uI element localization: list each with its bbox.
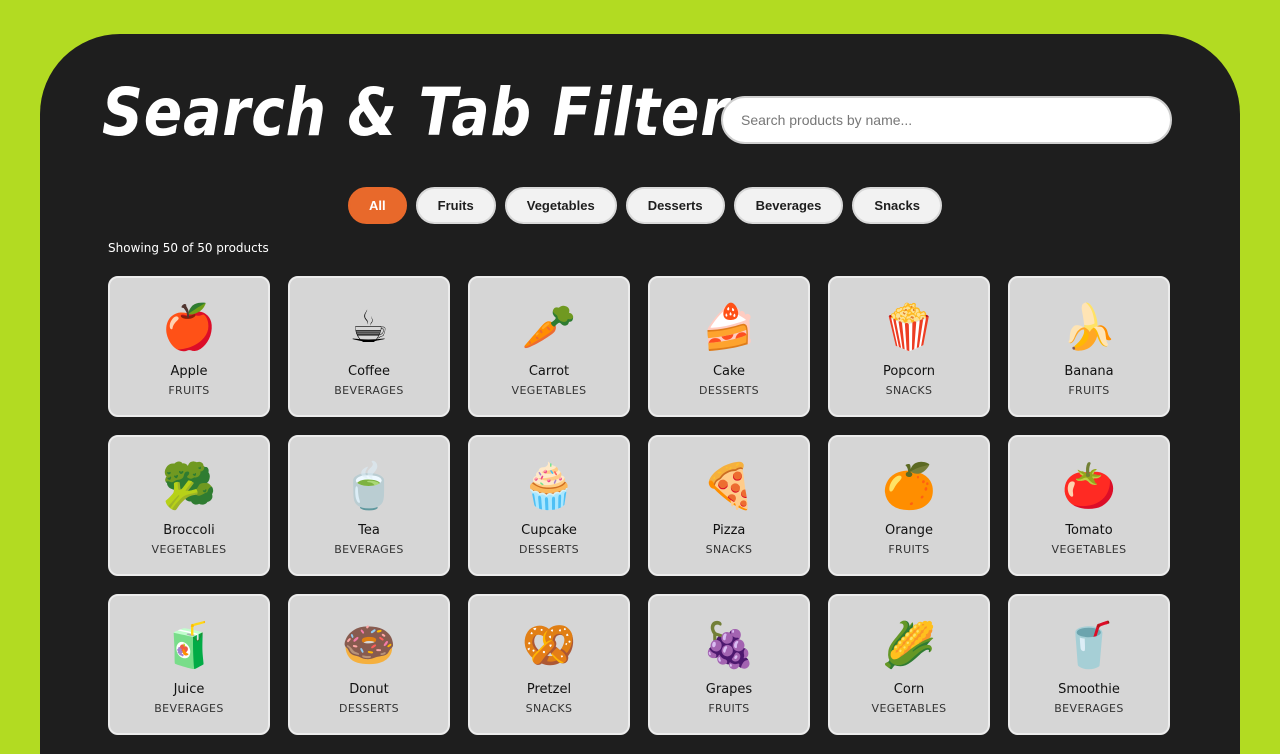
product-card[interactable]: 🧁 Cupcake DESSERTS: [468, 435, 630, 576]
product-category: VEGETABLES: [1051, 543, 1127, 556]
product-card[interactable]: 🥤 Smoothie BEVERAGES: [1008, 594, 1170, 735]
app-panel: Search & Tab Filter All Fruits Vegetable…: [40, 34, 1240, 754]
product-card[interactable]: 🥨 Pretzel SNACKS: [468, 594, 630, 735]
product-card[interactable]: 🍎 Apple FRUITS: [108, 276, 270, 417]
product-category: VEGETABLES: [871, 702, 947, 715]
product-card[interactable]: 🍌 Banana FRUITS: [1008, 276, 1170, 417]
tab-beverages[interactable]: Beverages: [733, 187, 844, 224]
tab-desserts[interactable]: Desserts: [625, 187, 725, 224]
product-category: BEVERAGES: [1054, 702, 1124, 715]
results-count: Showing 50 of 50 products: [108, 241, 269, 255]
product-name: Smoothie: [1058, 682, 1120, 697]
product-name: Donut: [349, 682, 389, 697]
product-name: Orange: [884, 523, 934, 538]
corn-icon: 🌽: [881, 620, 937, 671]
product-category: SNACKS: [885, 384, 933, 397]
carrot-icon: 🥕: [521, 302, 577, 353]
product-category: FRUITS: [1068, 384, 1110, 397]
product-name: Coffee: [348, 364, 390, 379]
product-category: SNACKS: [705, 543, 753, 556]
product-category: BEVERAGES: [154, 702, 224, 715]
product-name: Juice: [173, 682, 205, 697]
product-category: DESSERTS: [518, 543, 580, 556]
product-category: DESSERTS: [338, 702, 400, 715]
product-category: BEVERAGES: [334, 543, 404, 556]
product-name: Pizza: [712, 523, 746, 538]
tomato-icon: 🍅: [1061, 461, 1117, 512]
grapes-icon: 🍇: [701, 620, 757, 671]
product-name: Popcorn: [882, 364, 936, 379]
product-category: BEVERAGES: [334, 384, 404, 397]
product-name: Corn: [893, 682, 925, 697]
product-card[interactable]: 🍿 Popcorn SNACKS: [828, 276, 990, 417]
pizza-icon: 🍕: [701, 461, 757, 512]
product-name: Tomato: [1065, 523, 1113, 538]
broccoli-icon: 🥦: [161, 461, 217, 512]
tab-vegetables[interactable]: Vegetables: [504, 187, 617, 224]
product-category: FRUITS: [168, 384, 210, 397]
pretzel-icon: 🥨: [521, 620, 577, 671]
orange-icon: 🍊: [881, 461, 937, 512]
product-name: Tea: [358, 523, 380, 538]
cupcake-icon: 🧁: [521, 461, 577, 512]
product-card[interactable]: 🍅 Tomato VEGETABLES: [1008, 435, 1170, 576]
product-name: Grapes: [705, 682, 753, 697]
product-card[interactable]: 🧃 Juice BEVERAGES: [108, 594, 270, 735]
smoothie-cup-icon: 🥤: [1061, 620, 1117, 671]
product-category: FRUITS: [888, 543, 930, 556]
product-name: Banana: [1064, 364, 1114, 379]
product-name: Cupcake: [521, 523, 577, 538]
donut-icon: 🍩: [341, 620, 397, 671]
tab-snacks[interactable]: Snacks: [852, 187, 942, 224]
coffee-icon: ☕: [349, 302, 389, 353]
product-card[interactable]: 🌽 Corn VEGETABLES: [828, 594, 990, 735]
page-title: Search & Tab Filter: [102, 74, 730, 151]
product-card[interactable]: 🍩 Donut DESSERTS: [288, 594, 450, 735]
product-category: VEGETABLES: [151, 543, 227, 556]
product-card[interactable]: 🥦 Broccoli VEGETABLES: [108, 435, 270, 576]
product-card[interactable]: 🥕 Carrot VEGETABLES: [468, 276, 630, 417]
product-card[interactable]: 🍊 Orange FRUITS: [828, 435, 990, 576]
product-card[interactable]: 🍇 Grapes FRUITS: [648, 594, 810, 735]
cake-icon: 🍰: [701, 302, 757, 353]
popcorn-icon: 🍿: [881, 302, 937, 353]
product-card[interactable]: ☕ Coffee BEVERAGES: [288, 276, 450, 417]
tab-fruits[interactable]: Fruits: [415, 187, 496, 224]
product-category: DESSERTS: [698, 384, 760, 397]
product-name: Apple: [170, 364, 208, 379]
product-name: Broccoli: [163, 523, 215, 538]
product-card[interactable]: 🍕 Pizza SNACKS: [648, 435, 810, 576]
apple-icon: 🍎: [161, 302, 217, 353]
search-input[interactable]: [721, 96, 1172, 144]
tab-all[interactable]: All: [348, 187, 407, 224]
product-card[interactable]: 🍰 Cake DESSERTS: [648, 276, 810, 417]
product-grid: 🍎 Apple FRUITS ☕ Coffee BEVERAGES 🥕 Carrot VEGET…: [108, 276, 1170, 735]
product-name: Carrot: [528, 364, 570, 379]
product-name: Pretzel: [526, 682, 572, 697]
juice-box-icon: 🧃: [161, 620, 217, 671]
tea-icon: 🍵: [341, 461, 397, 512]
banana-icon: 🍌: [1061, 302, 1117, 353]
product-category: VEGETABLES: [511, 384, 587, 397]
product-name: Cake: [712, 364, 746, 379]
category-tabs: All Fruits Vegetables Desserts Beverages…: [348, 187, 942, 224]
product-card[interactable]: 🍵 Tea BEVERAGES: [288, 435, 450, 576]
product-category: FRUITS: [708, 702, 750, 715]
product-category: SNACKS: [525, 702, 573, 715]
